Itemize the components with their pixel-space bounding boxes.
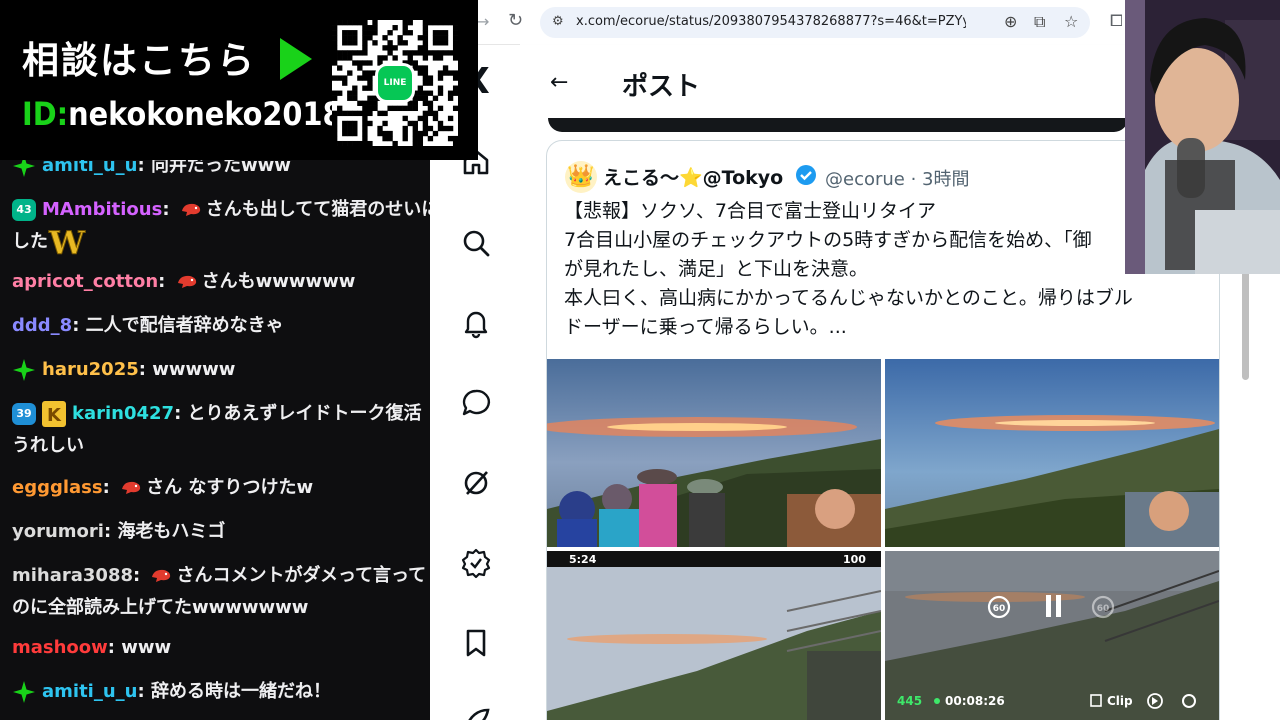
chat-text: さんコメントがダメって言って — [176, 565, 427, 586]
install-app-icon[interactable]: ⧉ — [1034, 12, 1045, 32]
messages-icon[interactable] — [460, 387, 492, 419]
media-image-3[interactable]: 5:24 100 — [547, 551, 881, 720]
back-arrow-icon[interactable]: ← — [550, 70, 568, 95]
previous-media-edge — [548, 118, 1128, 132]
post-text-line: が見れたし、満足」と下山を決意。 — [564, 258, 869, 280]
sparkle-badge-icon — [13, 359, 35, 381]
reload-icon[interactable]: ↻ — [508, 10, 523, 31]
post-header: ← ポスト — [520, 44, 1220, 118]
grok-icon[interactable] — [460, 467, 492, 499]
viewer-count: 445 — [897, 694, 922, 708]
author-display-name[interactable]: えこる〜⭐@Tokyo — [603, 163, 783, 190]
webcam-feed — [1125, 0, 1280, 274]
clip-button[interactable]: Clip — [1107, 694, 1133, 708]
chat-text: した — [12, 231, 48, 252]
chat-username[interactable]: ddd_8 — [12, 315, 72, 336]
elapsed-time: 00:08:26 — [945, 694, 1005, 708]
chat-username[interactable]: mashoow — [12, 637, 108, 658]
forward-arrow-icon[interactable]: → — [476, 12, 489, 31]
line-logo-icon: LINE — [378, 66, 412, 100]
sub-badge: 43 — [12, 199, 36, 221]
post-text-line: 7合目山小屋のチェックアウトの5時すぎから配信を始め、「御 — [564, 229, 1092, 251]
media-grid: 5:24 100 60 60 445 00:08:26 Clip — [547, 359, 1219, 720]
chat-text: さんも出してて猫君のせいに — [205, 199, 432, 220]
post-text-line: 本人曰く、高山病にかかってるんじゃないかとのこと。帰りはブル — [564, 287, 1133, 309]
verified-orgs-icon[interactable] — [460, 547, 492, 579]
w-emote-icon: W — [48, 226, 86, 258]
author-handle-time[interactable]: @ecorue · 3時間 — [825, 165, 969, 191]
site-info-icon[interactable]: ⚙ — [552, 14, 564, 29]
quoted-post-card[interactable]: 👑 えこる〜⭐@Tokyo @ecorue · 3時間 【悲報】ソクソ、7合目で… — [546, 140, 1220, 720]
bookmark-star-icon[interactable]: ☆ — [1064, 12, 1078, 31]
chat-username[interactable]: MAmbitious — [42, 199, 162, 220]
chat-message: 43 MAmbitious: さんも出してて猫君のせいに した W — [12, 194, 432, 258]
chat-text: さんもwwwwww — [201, 271, 356, 292]
bookmarks-icon[interactable] — [460, 627, 492, 659]
shrimp-emote-icon — [181, 203, 200, 216]
play-arrow-icon — [280, 38, 312, 80]
shrimp-emote-icon — [122, 481, 141, 494]
qr-code-image: LINE — [332, 20, 458, 146]
url-text[interactable]: x.com/ecorue/status/2093807954378268877?… — [576, 14, 966, 29]
post-text-line: 【悲報】ソクソ、7合目で富士登山リタイア — [564, 200, 936, 222]
sub-badge: 39 — [12, 403, 36, 425]
k-badge-icon: K — [42, 401, 66, 427]
chat-text: のに全部読み上げてたwwwwwww — [12, 597, 309, 618]
chat-text: 海老もハミゴ — [117, 521, 226, 542]
address-bar[interactable]: ⚙ x.com/ecorue/status/209380795437826887… — [540, 7, 1090, 38]
chat-text: www — [121, 637, 172, 658]
chat-message: haru2025: wwwww — [12, 354, 432, 386]
verified-badge-icon — [796, 165, 816, 185]
chat-text: 二人で配信者辞めなきゃ — [85, 315, 284, 336]
chat-text: うれしい — [12, 435, 84, 456]
svg-text:60: 60 — [993, 604, 1006, 614]
chat-message: mihara3088: さんコメントがダメって言って のに全部読み上げてたwwww… — [12, 565, 427, 618]
search-icon[interactable] — [460, 227, 492, 259]
line-id-prefix: ID: — [22, 95, 69, 133]
page-scrollbar[interactable] — [1242, 270, 1249, 380]
media3-status-battery: 100 — [843, 553, 866, 566]
media-image-2[interactable] — [885, 359, 1219, 547]
line-id-text: ID:nekokoneko2018 — [22, 95, 343, 133]
stream-overlay-banner: 相談はこちら ID:nekokoneko2018 LINE — [0, 0, 478, 160]
sparkle-badge-icon — [13, 681, 35, 703]
chat-message: ddd_8: 二人で配信者辞めなきゃ — [12, 315, 284, 336]
line-id-value: nekokoneko2018 — [68, 95, 343, 133]
chat-text: wwwww — [152, 359, 236, 380]
media-image-1[interactable] — [547, 359, 881, 547]
avatar[interactable]: 👑 — [565, 161, 597, 193]
post-text-line: ドーザーに乗って帰るらしい。... — [564, 316, 847, 338]
svg-text:60: 60 — [1097, 604, 1110, 614]
chat-username[interactable]: apricot_cotton — [12, 271, 158, 292]
extensions-icon[interactable]: ⧠ — [1110, 11, 1123, 31]
chat-message: apricot_cotton: さんもwwwwww — [12, 271, 356, 292]
chat-username[interactable]: karin0427 — [72, 403, 174, 424]
chat-username[interactable]: amiti_u_u — [42, 681, 137, 702]
shrimp-emote-icon — [177, 275, 196, 288]
chat-message: mashoow: www — [12, 637, 172, 658]
chat-message: amiti_u_u: 辞める時は一緒だね！ — [12, 676, 432, 708]
chat-username[interactable]: yorumori — [12, 521, 104, 542]
chat-text: さん なすりつけたw — [146, 477, 314, 498]
shrimp-emote-icon — [152, 569, 171, 582]
chat-username[interactable]: mihara3088 — [12, 565, 133, 586]
svg-text:K: K — [47, 405, 62, 426]
jobs-icon[interactable] — [460, 704, 492, 720]
media3-status-time: 5:24 — [569, 553, 597, 566]
chat-panel: amiti_u_u: 向井だったwww 43 MAmbitious: さんも出してて… — [0, 150, 432, 720]
chat-message: eggglass: さん なすりつけたw — [12, 477, 314, 498]
svg-text:W: W — [48, 226, 86, 258]
post-text: 【悲報】ソクソ、7合目で富士登山リタイア 7合目山小屋のチェックアウトの5時すぎ… — [564, 197, 1204, 342]
consult-here-text: 相談はこちら — [22, 39, 256, 82]
page-title: ポスト — [622, 72, 701, 102]
notifications-bell-icon[interactable] — [460, 307, 492, 339]
chat-message: 39 Kkarin0427: とりあえずレイドトーク復活 うれしい — [12, 401, 422, 456]
zoom-icon[interactable]: ⊕ — [1004, 12, 1017, 31]
video-player[interactable]: 60 60 445 00:08:26 Clip — [885, 551, 1219, 720]
chat-username[interactable]: haru2025 — [42, 359, 139, 380]
chat-text: とりあえずレイドトーク復活 — [187, 403, 422, 424]
chat-message: yorumori: 海老もハミゴ — [12, 521, 226, 542]
chat-username[interactable]: eggglass — [12, 477, 103, 498]
chat-text: 辞める時は一緒だね！ — [150, 681, 331, 702]
